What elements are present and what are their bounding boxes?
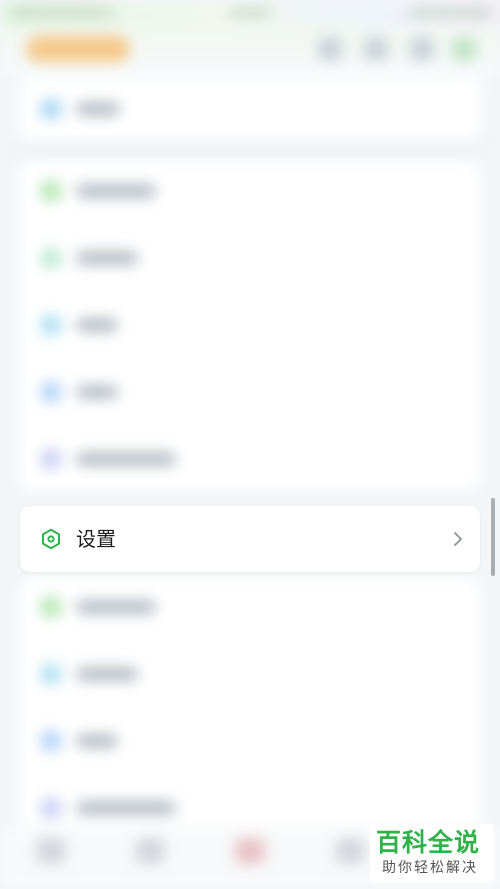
menu-item-label — [76, 452, 176, 466]
tab-3[interactable] — [235, 838, 265, 864]
menu-item-label — [76, 801, 176, 815]
menu-item-icon — [40, 596, 62, 618]
section-divider — [20, 146, 480, 158]
header-icon-2[interactable] — [364, 38, 388, 60]
menu-item-icon — [40, 797, 62, 819]
menu-item-icon — [40, 98, 62, 120]
menu-item-icon — [40, 247, 62, 269]
tab-4[interactable] — [335, 838, 365, 864]
header-pill-button[interactable] — [26, 36, 130, 62]
menu-item-label — [76, 251, 138, 265]
menu-item-icon — [40, 663, 62, 685]
menu-item-label — [76, 318, 118, 332]
menu-item-icon — [40, 180, 62, 202]
watermark-title: 百科全说 — [376, 828, 481, 857]
watermark-logo: 百科全说 助你轻松解决 — [370, 824, 494, 882]
menu-item-label — [76, 600, 156, 614]
status-bar — [0, 0, 500, 26]
menu-item-label — [76, 184, 156, 198]
menu-item-label — [76, 385, 118, 399]
menu-item-label — [76, 667, 138, 681]
menu-item-icon — [40, 381, 62, 403]
scrollbar-thumb[interactable] — [491, 498, 495, 576]
settings-menu-item[interactable]: 设置 — [20, 506, 480, 572]
settings-label: 设置 — [76, 527, 116, 551]
menu-item-label — [76, 102, 120, 116]
status-carrier — [10, 8, 114, 17]
menu-item-icon — [40, 448, 62, 470]
menu-item-label — [76, 734, 118, 748]
tab-1[interactable] — [36, 838, 66, 864]
status-time — [228, 8, 272, 17]
blurred-background — [0, 0, 500, 889]
header-icon-4[interactable] — [452, 38, 476, 60]
status-icons — [408, 8, 492, 17]
chevron-right-icon — [454, 532, 462, 546]
menu-card-group-2 — [20, 578, 480, 828]
menu-item-icon — [40, 730, 62, 752]
header-icon-3[interactable] — [410, 38, 434, 60]
header-icon-1[interactable] — [318, 38, 342, 60]
menu-item-icon — [40, 314, 62, 336]
watermark-subtitle: 助你轻松解决 — [382, 860, 478, 876]
tab-2[interactable] — [135, 838, 165, 864]
hexagon-settings-icon — [42, 528, 60, 550]
